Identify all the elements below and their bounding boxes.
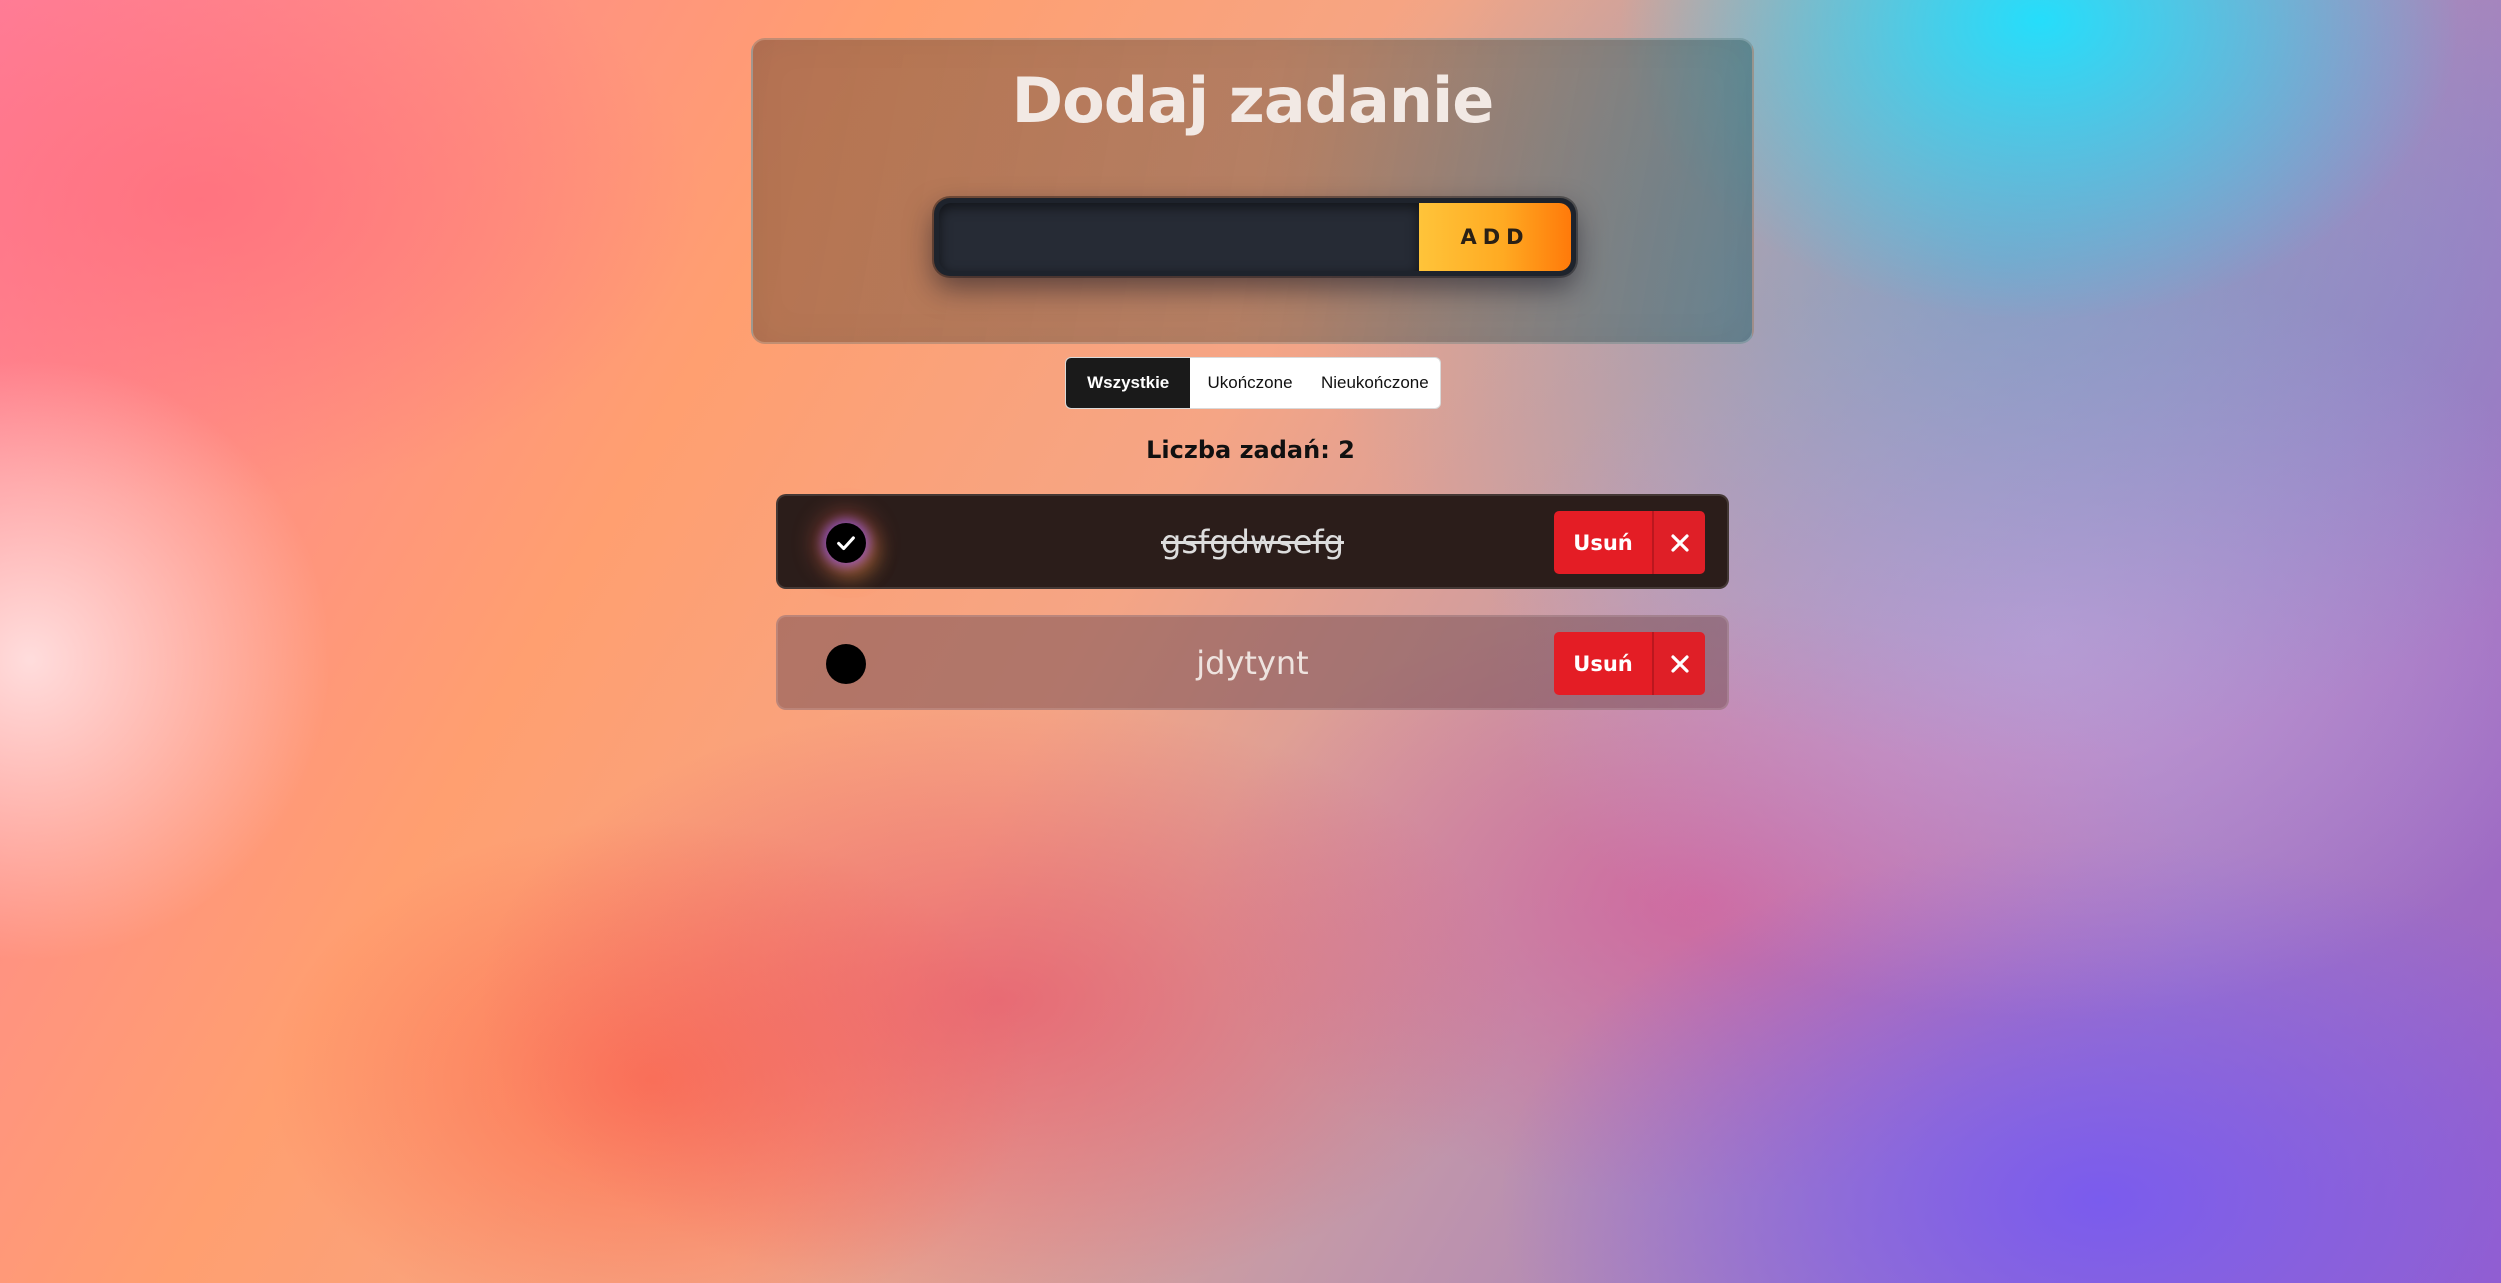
add-task-form: ADD [934, 198, 1576, 276]
filter-bar: Wszystkie Ukończone Nieukończone [1065, 357, 1441, 409]
task-toggle-checkbox[interactable] [826, 523, 866, 563]
task-count: Liczba zadań: 2 [1146, 436, 1355, 464]
task-item: jdytynt Usuń [776, 615, 1729, 710]
filter-completed-button[interactable]: Ukończone [1190, 358, 1309, 408]
delete-button[interactable]: Usuń [1554, 632, 1654, 695]
task-actions: Usuń [1554, 511, 1705, 574]
page-title: Dodaj zadanie [1011, 64, 1495, 137]
remove-button[interactable] [1654, 511, 1705, 574]
delete-button[interactable]: Usuń [1554, 511, 1654, 574]
task-item: gsfgdwsefg Usuń [776, 494, 1729, 589]
add-task-panel: Dodaj zadanie ADD [751, 38, 1754, 344]
add-button[interactable]: ADD [1419, 203, 1571, 271]
close-icon [1670, 533, 1689, 552]
task-toggle-checkbox[interactable] [826, 644, 866, 684]
filter-all-button[interactable]: Wszystkie [1066, 358, 1191, 408]
task-input[interactable] [939, 203, 1419, 271]
close-icon [1670, 654, 1689, 673]
check-icon [837, 536, 855, 551]
filter-uncompleted-button[interactable]: Nieukończone [1310, 358, 1440, 408]
task-actions: Usuń [1554, 632, 1705, 695]
remove-button[interactable] [1654, 632, 1705, 695]
